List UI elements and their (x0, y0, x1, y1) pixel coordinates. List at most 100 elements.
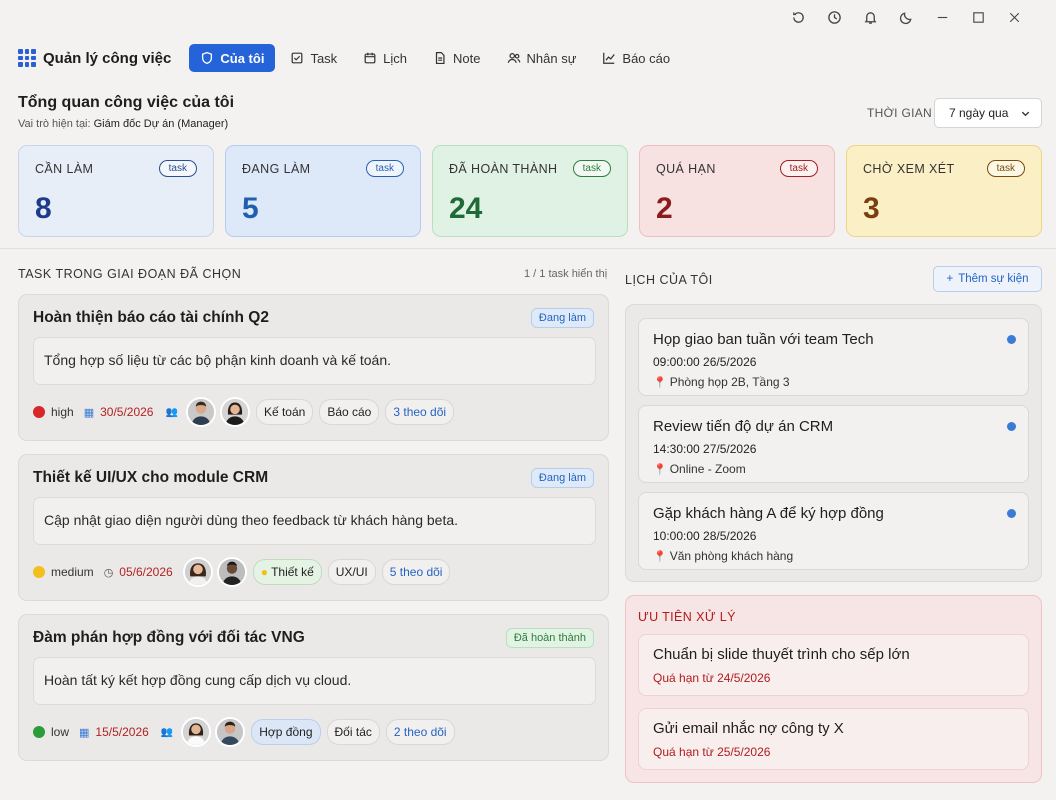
task-description: Cập nhật giao diện người dùng theo feedb… (33, 497, 596, 545)
app-brand[interactable]: Quản lý công việc (18, 49, 171, 67)
stat-badge: task (572, 160, 611, 177)
task-card[interactable]: Hoàn thiện báo cáo tài chính Q2 Đang làm… (18, 294, 609, 441)
followers-count[interactable]: 5 theo dõi (381, 559, 451, 585)
time-filter-label: THỜI GIAN (867, 106, 932, 120)
stat-value: 5 (242, 192, 259, 225)
nav-tab-task[interactable]: Task (279, 44, 348, 72)
stat-badge: task (986, 160, 1025, 177)
tasks-section-title: TASK TRONG GIAI ĐOẠN ĐÃ CHỌN (18, 267, 242, 281)
priority-item[interactable]: Gửi email nhắc nợ công ty X Quá hạn từ 2… (638, 708, 1029, 770)
checkbox-icon (292, 52, 303, 64)
avatar[interactable] (219, 397, 250, 427)
task-status-badge: Đang làm (530, 308, 594, 328)
role-value: Giám đốc Dự án (Manager) (93, 118, 229, 130)
stat-value: 8 (35, 192, 52, 225)
time-range-value: 7 ngày qua (949, 106, 1009, 120)
priority-item-title: Gửi email nhắc nợ công ty X (653, 720, 844, 737)
task-tag[interactable]: Hợp đồng (251, 719, 321, 745)
stat-badge: task (779, 160, 818, 177)
due-date: 05/6/2026 (119, 565, 173, 579)
avatar[interactable] (185, 397, 216, 427)
note-icon (435, 51, 445, 65)
grid-icon (18, 49, 36, 67)
nav-tab-label: Task (310, 50, 338, 66)
refresh-icon[interactable] (780, 0, 816, 34)
nav-tab-my-work[interactable]: Của tôi (189, 44, 276, 72)
due-date: 15/5/2026 (95, 725, 149, 739)
event-status-dot-icon (1007, 422, 1016, 431)
calendar-event[interactable]: Gặp khách hàng A để ký hợp đồng 10:00:00… (638, 492, 1029, 570)
current-role: Vai trò hiện tại: Giám đốc Dự án (Manage… (18, 118, 228, 130)
priority-item[interactable]: Chuẩn bị slide thuyết trình cho sếp lớn … (638, 634, 1029, 696)
event-status-dot-icon (1007, 335, 1016, 344)
event-title: Họp giao ban tuần với team Tech (653, 331, 874, 348)
event-location: 📍 Online - Zoom (653, 462, 1014, 476)
calendar-icon: ▦ (79, 726, 90, 739)
stat-card-todo[interactable]: CẦN LÀM task 8 (18, 145, 214, 237)
priority-label: medium (51, 565, 94, 579)
task-title: Thiết kế UI/UX cho module CRM (33, 469, 269, 486)
task-status-badge: Đã hoàn thành (505, 628, 594, 648)
task-tag[interactable]: ● Thiết kế (252, 559, 322, 585)
stat-value: 2 (656, 192, 673, 225)
followers-count[interactable]: 3 theo dõi (385, 399, 455, 425)
priority-section-title: ƯU TIÊN XỬ LÝ (638, 610, 736, 624)
nav-tab-label: Của tôi (220, 50, 265, 66)
task-card[interactable]: Thiết kế UI/UX cho module CRM Đang làm C… (18, 454, 609, 601)
add-event-button[interactable]: + Thêm sự kiện (933, 266, 1042, 292)
task-tag[interactable]: Báo cáo (319, 399, 380, 425)
location-pin-icon: 📍 (653, 377, 667, 389)
task-tag[interactable]: Kế toán (255, 399, 314, 425)
bell-icon[interactable] (852, 0, 888, 34)
event-title: Review tiến độ dự án CRM (653, 418, 834, 435)
followers-count[interactable]: 2 theo dõi (385, 719, 455, 745)
shield-icon (202, 51, 213, 65)
stat-card-completed[interactable]: ĐÃ HOÀN THÀNH task 24 (432, 145, 628, 237)
event-time: 09:00:00 26/5/2026 (653, 355, 757, 369)
chart-icon (603, 52, 616, 64)
location-pin-icon: 📍 (653, 551, 667, 563)
calendar-icon: ▦ (83, 406, 95, 419)
event-title: Gặp khách hàng A để ký hợp đồng (653, 505, 884, 522)
event-status-dot-icon (1007, 509, 1016, 518)
avatar[interactable] (181, 717, 212, 747)
avatar[interactable] (215, 717, 246, 747)
task-tag[interactable]: Đối tác (326, 719, 380, 745)
calendar-event[interactable]: Review tiến độ dự án CRM 14:30:00 27/5/2… (638, 405, 1029, 483)
stat-card-pending-review[interactable]: CHỜ XEM XÉT task 3 (846, 145, 1042, 237)
nav-tab-label: Lịch (383, 50, 408, 66)
event-time: 10:00:00 28/5/2026 (653, 529, 757, 543)
add-event-label: Thêm sự kiện (958, 273, 1029, 285)
stat-card-in-progress[interactable]: ĐANG LÀM task 5 (225, 145, 421, 237)
app-title: Quản lý công việc (43, 49, 172, 67)
close-icon[interactable] (996, 0, 1032, 34)
priority-dot-icon (33, 406, 45, 418)
event-location-text: Phòng họp 2B, Tầng 3 (669, 375, 790, 389)
task-tag[interactable]: UX/UI (327, 559, 376, 585)
plus-icon: + (946, 273, 954, 285)
chevron-down-icon (1021, 111, 1030, 116)
stat-badge: task (158, 160, 197, 177)
minimize-icon[interactable] (924, 0, 960, 34)
priority-dot-icon (33, 726, 45, 738)
task-card[interactable]: Đàm phán hợp đồng với đối tác VNG Đã hoà… (18, 614, 609, 761)
time-range-select[interactable]: 7 ngày qua (934, 98, 1042, 128)
moon-icon[interactable] (888, 0, 924, 34)
avatar[interactable] (182, 557, 213, 587)
nav-tab-reports[interactable]: Báo cáo (591, 44, 681, 72)
location-pin-icon: 📍 (653, 464, 667, 476)
calendar-event[interactable]: Họp giao ban tuần với team Tech 09:00:00… (638, 318, 1029, 396)
avatar[interactable] (216, 557, 247, 587)
task-count: 1 / 1 task hiển thị (524, 268, 608, 280)
stat-card-overdue[interactable]: QUÁ HẠN task 2 (639, 145, 835, 237)
history-icon[interactable] (816, 0, 852, 34)
nav-tab-label: Báo cáo (622, 50, 671, 66)
nav-tab-staff[interactable]: Nhân sự (496, 44, 588, 72)
task-description: Hoàn tất ký kết hợp đồng cung cấp dịch v… (33, 657, 596, 705)
nav-tab-calendar[interactable]: Lịch (352, 44, 418, 72)
task-title: Đàm phán hợp đồng với đối tác VNG (33, 629, 305, 646)
nav-tab-note[interactable]: Note (422, 44, 491, 72)
maximize-icon[interactable] (960, 0, 996, 34)
section-divider (0, 248, 1056, 249)
event-location-text: Online - Zoom (669, 462, 746, 476)
